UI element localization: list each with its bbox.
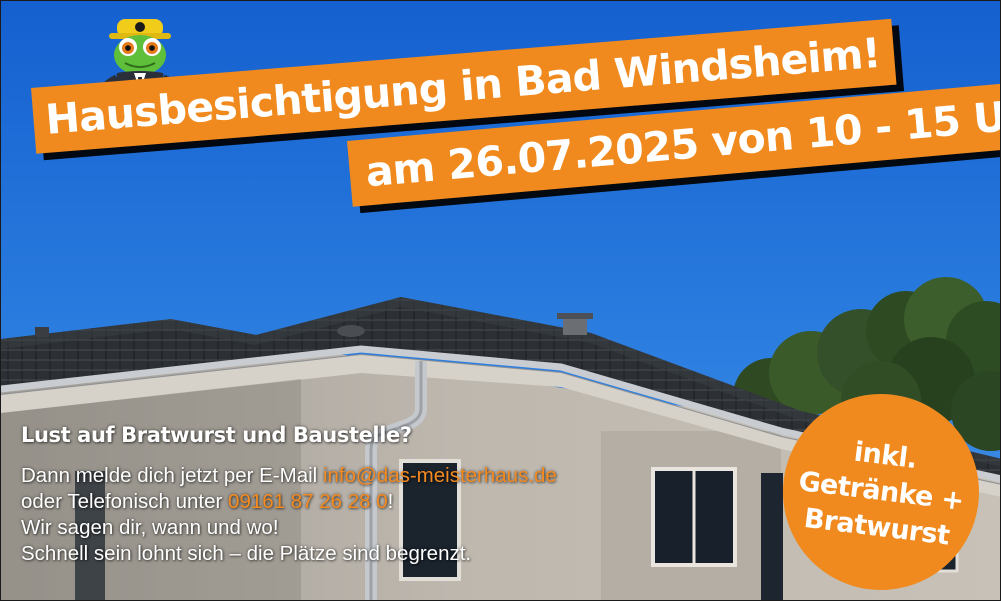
info-line-when: Wir sagen dir, wann und wo! — [21, 516, 279, 539]
contact-line-phone: oder Telefonisch unter 09161 87 26 28 0! — [21, 489, 557, 515]
contact-line-email: Dann melde dich jetzt per E-Mail info@da… — [21, 463, 557, 489]
email-prefix: Dann melde dich jetzt per E-Mail — [21, 464, 323, 487]
phone-prefix: oder Telefonisch unter — [21, 490, 229, 513]
info-line-limited: Schnell sein lohnt sich – die Plätze sin… — [21, 542, 472, 565]
flyer-canvas: Hausbesichtigung in Bad Windsheim! am 26… — [0, 0, 1001, 601]
phone-suffix: ! — [387, 490, 394, 513]
email-link[interactable]: info@das-meisterhaus.de — [323, 464, 557, 487]
phone-link[interactable]: 09161 87 26 28 0 — [228, 490, 388, 513]
subheadline: Lust auf Bratwurst und Baustelle? — [21, 423, 412, 447]
info-block: Lust auf Bratwurst und Baustelle? Dann m… — [21, 423, 557, 567]
